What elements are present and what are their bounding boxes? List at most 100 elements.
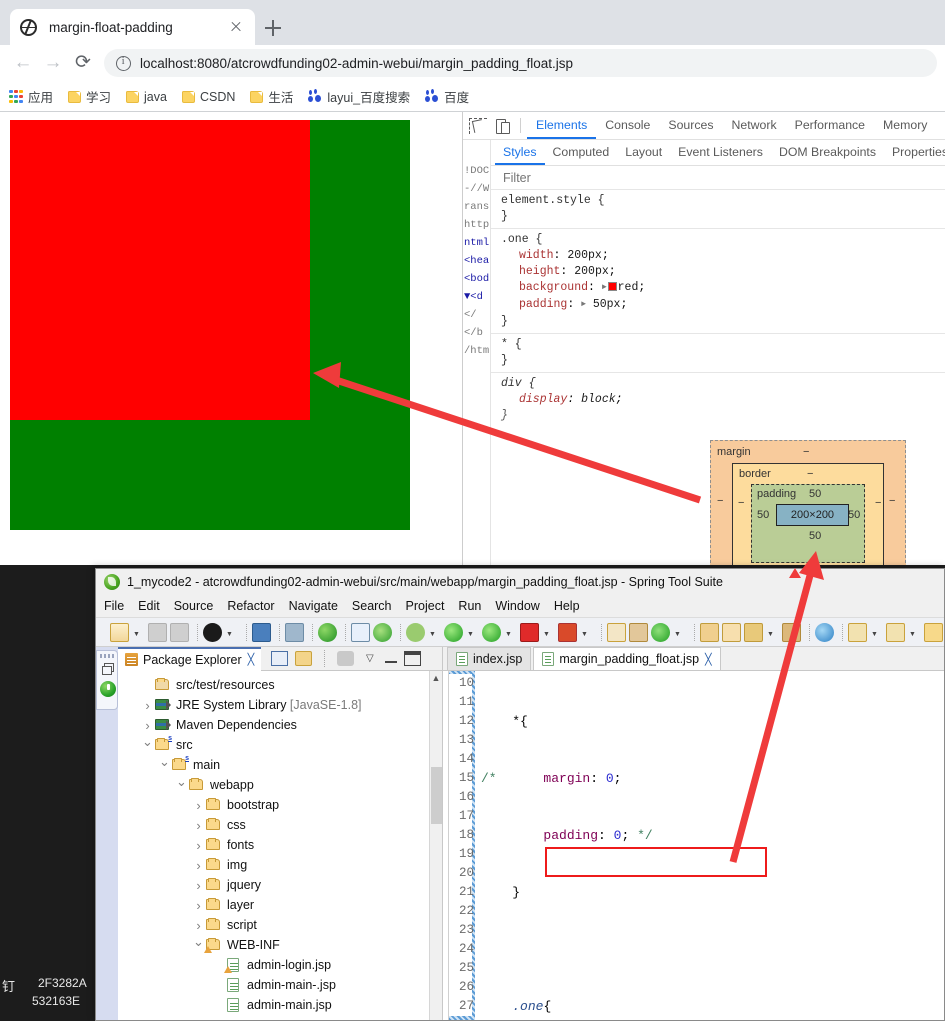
chevron-down-icon[interactable]: ▼ (466, 623, 475, 642)
chevron-right-icon[interactable] (192, 818, 205, 833)
chevron-down-icon[interactable] (175, 777, 188, 793)
boot-dashboard-icon[interactable] (318, 622, 337, 642)
tree-item-admin-login-jsp[interactable]: admin-login.jsp (118, 955, 442, 975)
box-model-border-left[interactable]: − (738, 497, 744, 509)
box-model-border-box[interactable]: border − − − padding 50 50 50 50 200×200 (732, 463, 884, 565)
tree-item-script[interactable]: script (118, 915, 442, 935)
styles-filter-input[interactable]: Filter (491, 166, 945, 190)
bookmark-baidu[interactable]: 百度 (425, 87, 469, 106)
chevron-down-icon[interactable]: ▼ (870, 623, 879, 642)
scrollbar-thumb[interactable] (431, 767, 442, 824)
expand-triangle-icon[interactable]: ► (602, 280, 607, 296)
chevron-down-icon[interactable]: ▼ (225, 623, 234, 642)
editor-tab-margin-padding-float-jsp[interactable]: margin_padding_float.jsp ╳ (533, 647, 721, 670)
back-button[interactable]: ← (8, 48, 38, 78)
box-model-margin-left[interactable]: − (717, 495, 723, 507)
box-model-padding-left[interactable]: 50 (757, 509, 769, 521)
tree-scrollbar[interactable]: ▲ (429, 671, 442, 1020)
previous-annotation-icon[interactable] (886, 622, 905, 642)
tree-item-main[interactable]: s main (118, 755, 442, 775)
bookmark-apps[interactable]: 应用 (9, 87, 53, 106)
chevron-down-icon[interactable]: ▼ (428, 623, 437, 642)
external-tools-icon[interactable] (558, 622, 577, 642)
chevron-right-icon[interactable] (192, 898, 205, 913)
chevron-down-icon[interactable]: ▼ (580, 623, 589, 642)
close-icon[interactable]: ╳ (248, 653, 255, 666)
styles-tab-event-listeners[interactable]: Event Listeners (670, 140, 771, 165)
forward-button[interactable]: → (38, 48, 68, 78)
box-model-margin-right[interactable]: − (889, 495, 895, 507)
console-icon[interactable] (252, 622, 271, 642)
code-area[interactable]: 10 11 12 13 14 15 16 17 18 19 20 21 22 2… (443, 671, 944, 1020)
run-server-icon[interactable] (482, 622, 501, 642)
debug-icon[interactable] (406, 622, 425, 642)
devtools-tab-memory[interactable]: Memory (874, 112, 936, 139)
tree-item-web-inf[interactable]: WEB-INF (118, 935, 442, 955)
scroll-up-icon[interactable]: ▲ (430, 671, 442, 685)
chevron-right-icon[interactable] (192, 858, 205, 873)
search-icon[interactable] (744, 622, 763, 642)
chevron-down-icon[interactable] (141, 737, 154, 753)
css-declaration-background[interactable]: background: ► red; (501, 280, 945, 297)
open-task-icon[interactable] (782, 622, 801, 642)
menu-help[interactable]: Help (554, 599, 580, 613)
project-tree[interactable]: src/test/resources JRE System Library [J… (118, 671, 442, 1020)
user-icon[interactable] (203, 622, 222, 642)
css-rule-one[interactable]: .one { width: 200px; height: 200px; back… (491, 229, 945, 334)
tree-item-maven-dependencies[interactable]: Maven Dependencies (118, 715, 442, 735)
web-browser-icon[interactable] (815, 622, 834, 642)
menu-refactor[interactable]: Refactor (227, 599, 274, 613)
bookmark-shenghuo[interactable]: 生活 (250, 87, 293, 106)
tree-item-admin-main-dash-jsp[interactable]: admin-main-.jsp (118, 975, 442, 995)
tree-item-src-test-resources[interactable]: src/test/resources (118, 675, 442, 695)
last-edit-location-icon[interactable] (924, 622, 943, 642)
bookmark-csdn[interactable]: CSDN (181, 90, 235, 104)
chevron-right-icon[interactable] (141, 718, 154, 733)
tree-item-jquery[interactable]: jquery (118, 875, 442, 895)
link-with-editor-icon[interactable] (295, 651, 313, 666)
menu-window[interactable]: Window (495, 599, 539, 613)
minimize-icon[interactable] (385, 654, 398, 663)
chevron-right-icon[interactable] (192, 838, 205, 853)
box-model-padding-bottom[interactable]: 50 (809, 530, 821, 542)
tree-item-fonts[interactable]: fonts (118, 835, 442, 855)
box-model-padding-box[interactable]: padding 50 50 50 50 200×200 (751, 484, 865, 563)
drag-handle[interactable] (100, 654, 116, 658)
box-model-padding-right[interactable]: 50 (848, 509, 860, 521)
devtools-tab-sources[interactable]: Sources (659, 112, 722, 139)
tree-item-bootstrap[interactable]: bootstrap (118, 795, 442, 815)
stop-icon[interactable] (520, 622, 539, 642)
devtools-tab-network[interactable]: Network (723, 112, 786, 139)
reload-button[interactable]: ⟳ (68, 48, 98, 78)
menu-file[interactable]: File (104, 599, 124, 613)
css-declaration-display[interactable]: display: block; (501, 392, 945, 408)
address-bar[interactable]: localhost:8080/atcrowdfunding02-admin-we… (104, 49, 937, 77)
menu-edit[interactable]: Edit (138, 599, 160, 613)
box-model-margin-top[interactable]: − (803, 446, 809, 458)
bookmark-xuexi[interactable]: 学习 (68, 87, 111, 106)
tree-item-css[interactable]: css (118, 815, 442, 835)
chevron-right-icon[interactable] (141, 698, 154, 713)
devtools-tab-elements[interactable]: Elements (527, 112, 597, 139)
chevron-down-icon[interactable]: ▽ (361, 651, 378, 666)
chevron-down-icon[interactable]: ▼ (132, 623, 141, 642)
tree-item-layer[interactable]: layer (118, 895, 442, 915)
open-resource-icon[interactable] (722, 622, 741, 642)
box-model-padding-top[interactable]: 50 (809, 488, 821, 500)
minimized-view-stack[interactable] (96, 650, 118, 710)
run-icon[interactable] (444, 622, 463, 642)
chevron-down-icon[interactable]: ▼ (542, 623, 551, 642)
info-icon[interactable] (116, 55, 131, 71)
new-java-package-icon[interactable] (607, 622, 626, 642)
tree-item-img[interactable]: img (118, 855, 442, 875)
new-tab-button[interactable] (262, 17, 284, 39)
tree-item-jre-system-library[interactable]: JRE System Library [JavaSE-1.8] (118, 695, 442, 715)
devtools-tab-console[interactable]: Console (596, 112, 659, 139)
code-lines[interactable]: *{ /* margin: 0; padding: 0; */ } .one{ … (475, 671, 944, 1020)
collapse-all-icon[interactable] (271, 651, 289, 666)
styles-tab-styles[interactable]: Styles (495, 140, 545, 165)
chevron-down-icon[interactable]: ▼ (504, 623, 513, 642)
chevron-down-icon[interactable] (158, 757, 171, 773)
css-rule-universal[interactable]: * { } (491, 334, 945, 373)
color-swatch-icon[interactable] (607, 282, 617, 291)
